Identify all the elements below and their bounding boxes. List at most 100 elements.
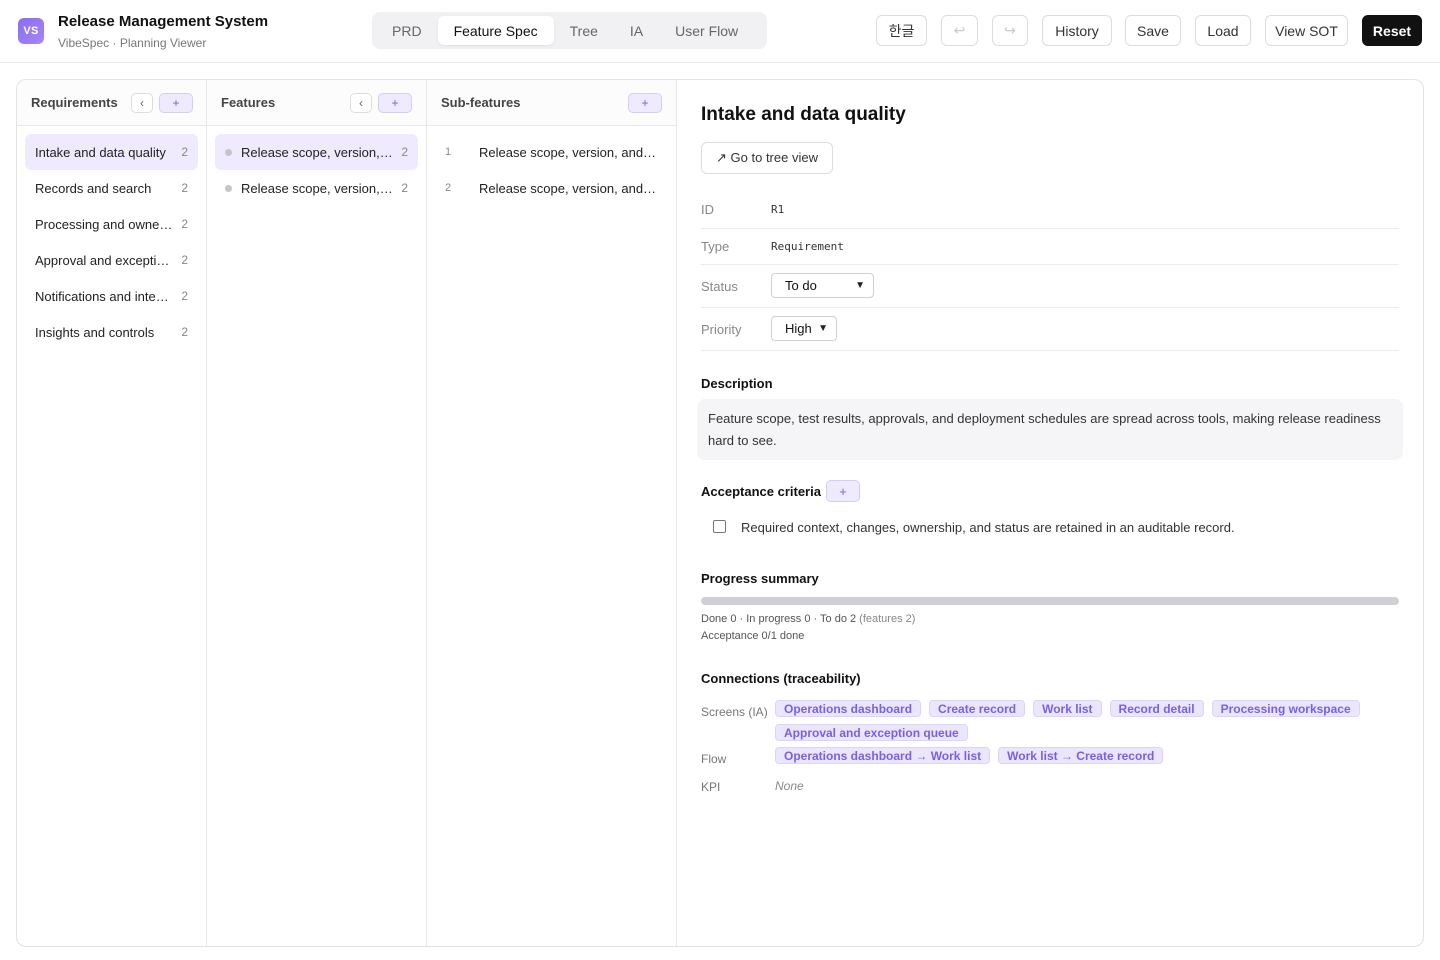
requirements-title: Requirements xyxy=(31,95,118,110)
language-button[interactable]: 한글 xyxy=(876,15,927,46)
add-criterion-button[interactable]: + xyxy=(826,480,860,502)
collapse-features-icon[interactable]: ‹ xyxy=(350,93,372,113)
flow-chip[interactable]: Work list → Create record xyxy=(998,747,1164,764)
screen-chip[interactable]: Approval and exception queue xyxy=(775,724,968,741)
tab-prd[interactable]: PRD xyxy=(376,16,438,45)
collapse-requirements-icon[interactable]: ‹ xyxy=(131,93,153,113)
type-row: Type Requirement xyxy=(701,229,1399,265)
status-key: Status xyxy=(701,279,738,294)
requirement-item[interactable]: Records and search 2 xyxy=(25,170,198,206)
subfeature-number: 1 xyxy=(445,146,452,158)
requirement-label: Insights and controls xyxy=(35,324,155,340)
subfeature-item[interactable]: 2 Release scope, version, and readiness c… xyxy=(435,170,668,206)
screens-label: Screens (IA) xyxy=(701,705,768,719)
add-feature-button[interactable]: + xyxy=(378,93,412,113)
feature-label: Release scope, version, and ownership xyxy=(241,144,395,160)
view-sot-button[interactable]: View SOT xyxy=(1265,15,1348,46)
requirement-label: Records and search xyxy=(35,180,152,196)
kpi-value: None xyxy=(775,779,804,793)
flow-chips: Operations dashboard → Work list Work li… xyxy=(775,747,1395,764)
subfeature-label: Release scope, version, and ownership de… xyxy=(479,144,658,160)
detail-title: Intake and data quality xyxy=(701,104,906,125)
criterion-checkbox[interactable] xyxy=(713,520,726,533)
undo-icon[interactable]: ↩ xyxy=(941,15,978,46)
feature-item[interactable]: Release scope, version, and readiness 2 xyxy=(215,170,418,206)
screen-chip[interactable]: Operations dashboard xyxy=(775,700,922,717)
progress-bar xyxy=(701,597,1399,605)
screen-chip[interactable]: Create record xyxy=(929,700,1026,717)
screen-chip[interactable]: Record detail xyxy=(1109,700,1204,717)
progress-counts: Done 0 · In progress 0 · To do 2 xyxy=(701,613,857,625)
progress-status-line: Done 0 · In progress 0 · To do 2 (featur… xyxy=(701,613,915,625)
requirement-item[interactable]: Insights and controls 2 xyxy=(25,314,198,350)
tab-user-flow[interactable]: User Flow xyxy=(659,16,754,45)
requirement-count: 2 xyxy=(181,145,188,159)
requirement-count: 2 xyxy=(181,181,188,195)
chevron-down-icon: ▼ xyxy=(818,323,828,334)
requirement-item[interactable]: Approval and exceptions 2 xyxy=(25,242,198,278)
id-row: ID R1 xyxy=(701,192,1399,229)
id-value: R1 xyxy=(771,203,785,216)
requirement-count: 2 xyxy=(181,253,188,267)
spec-card: Requirements ‹ + Intake and data quality… xyxy=(16,79,1424,947)
requirement-item[interactable]: Processing and ownership 2 xyxy=(25,206,198,242)
flow-label: Flow xyxy=(701,752,727,766)
requirements-list: Intake and data quality 2 Records and sea… xyxy=(25,134,198,350)
screens-chips: Operations dashboard Create record Work … xyxy=(775,700,1395,741)
acceptance-status-line: Acceptance 0/1 done xyxy=(701,630,805,642)
requirement-label: Approval and exceptions xyxy=(35,252,176,268)
features-header: Features ‹ + xyxy=(207,80,426,126)
load-button[interactable]: Load xyxy=(1195,15,1251,46)
progress-features: (features 2) xyxy=(859,613,916,625)
description-text: Feature scope, test results, approvals, … xyxy=(697,399,1403,460)
requirement-count: 2 xyxy=(181,289,188,303)
subfeatures-header: Sub-features + xyxy=(427,80,676,126)
subfeatures-column: Sub-features + 1 Release scope, version, … xyxy=(427,80,677,946)
requirements-header: Requirements ‹ + xyxy=(17,80,206,126)
features-list: Release scope, version, and ownership 2 R… xyxy=(215,134,418,206)
detail-panel: Intake and data quality ↗ Go to tree vie… xyxy=(677,80,1423,946)
requirements-column: Requirements ‹ + Intake and data quality… xyxy=(17,80,207,946)
add-subfeature-button[interactable]: + xyxy=(628,93,662,113)
tab-feature-spec[interactable]: Feature Spec xyxy=(437,16,554,45)
history-button[interactable]: History xyxy=(1042,15,1112,46)
view-tabs: PRD Feature Spec Tree IA User Flow xyxy=(372,12,767,49)
subfeature-number: 2 xyxy=(445,182,452,194)
feature-count: 2 xyxy=(401,181,408,195)
app-title: Release Management System xyxy=(58,13,269,30)
connections-heading: Connections (traceability) xyxy=(701,671,861,686)
status-select[interactable]: To do ▼ xyxy=(771,273,874,298)
redo-icon[interactable]: ↪ xyxy=(992,15,1028,46)
subfeatures-list: 1 Release scope, version, and ownership d… xyxy=(435,134,668,206)
save-button[interactable]: Save xyxy=(1125,15,1181,46)
screen-chip[interactable]: Processing workspace xyxy=(1211,700,1360,717)
flow-chip[interactable]: Operations dashboard → Work list xyxy=(775,747,991,764)
requirement-item[interactable]: Intake and data quality 2 xyxy=(25,134,198,170)
requirement-count: 2 xyxy=(181,217,188,231)
progress-heading: Progress summary xyxy=(701,571,819,586)
priority-key: Priority xyxy=(701,322,742,337)
subfeature-item[interactable]: 1 Release scope, version, and ownership d… xyxy=(435,134,668,170)
kpi-label: KPI xyxy=(701,780,721,794)
tab-ia[interactable]: IA xyxy=(614,16,659,45)
subfeatures-title: Sub-features xyxy=(441,95,521,110)
criterion-text: Required context, changes, ownership, an… xyxy=(741,520,1235,535)
add-requirement-button[interactable]: + xyxy=(159,93,193,113)
features-title: Features xyxy=(221,95,276,110)
tab-tree[interactable]: Tree xyxy=(554,16,614,45)
requirement-label: Notifications and integrations xyxy=(35,288,175,304)
status-dot-icon xyxy=(225,184,232,192)
go-to-tree-button[interactable]: ↗ Go to tree view xyxy=(701,142,833,174)
feature-item[interactable]: Release scope, version, and ownership 2 xyxy=(215,134,418,170)
top-bar: VS Release Management System VibeSpec · … xyxy=(0,0,1440,63)
priority-select[interactable]: High ▼ xyxy=(771,316,837,341)
requirement-label: Processing and ownership xyxy=(35,216,176,232)
requirement-item[interactable]: Notifications and integrations 2 xyxy=(25,278,198,314)
requirement-count: 2 xyxy=(181,325,188,339)
app-logo: VS xyxy=(18,18,44,44)
subfeature-label: Release scope, version, and readiness ch… xyxy=(479,180,658,196)
screen-chip[interactable]: Work list xyxy=(1033,700,1102,717)
id-key: ID xyxy=(701,202,714,217)
reset-button[interactable]: Reset xyxy=(1362,15,1422,46)
chevron-down-icon: ▼ xyxy=(855,280,865,291)
